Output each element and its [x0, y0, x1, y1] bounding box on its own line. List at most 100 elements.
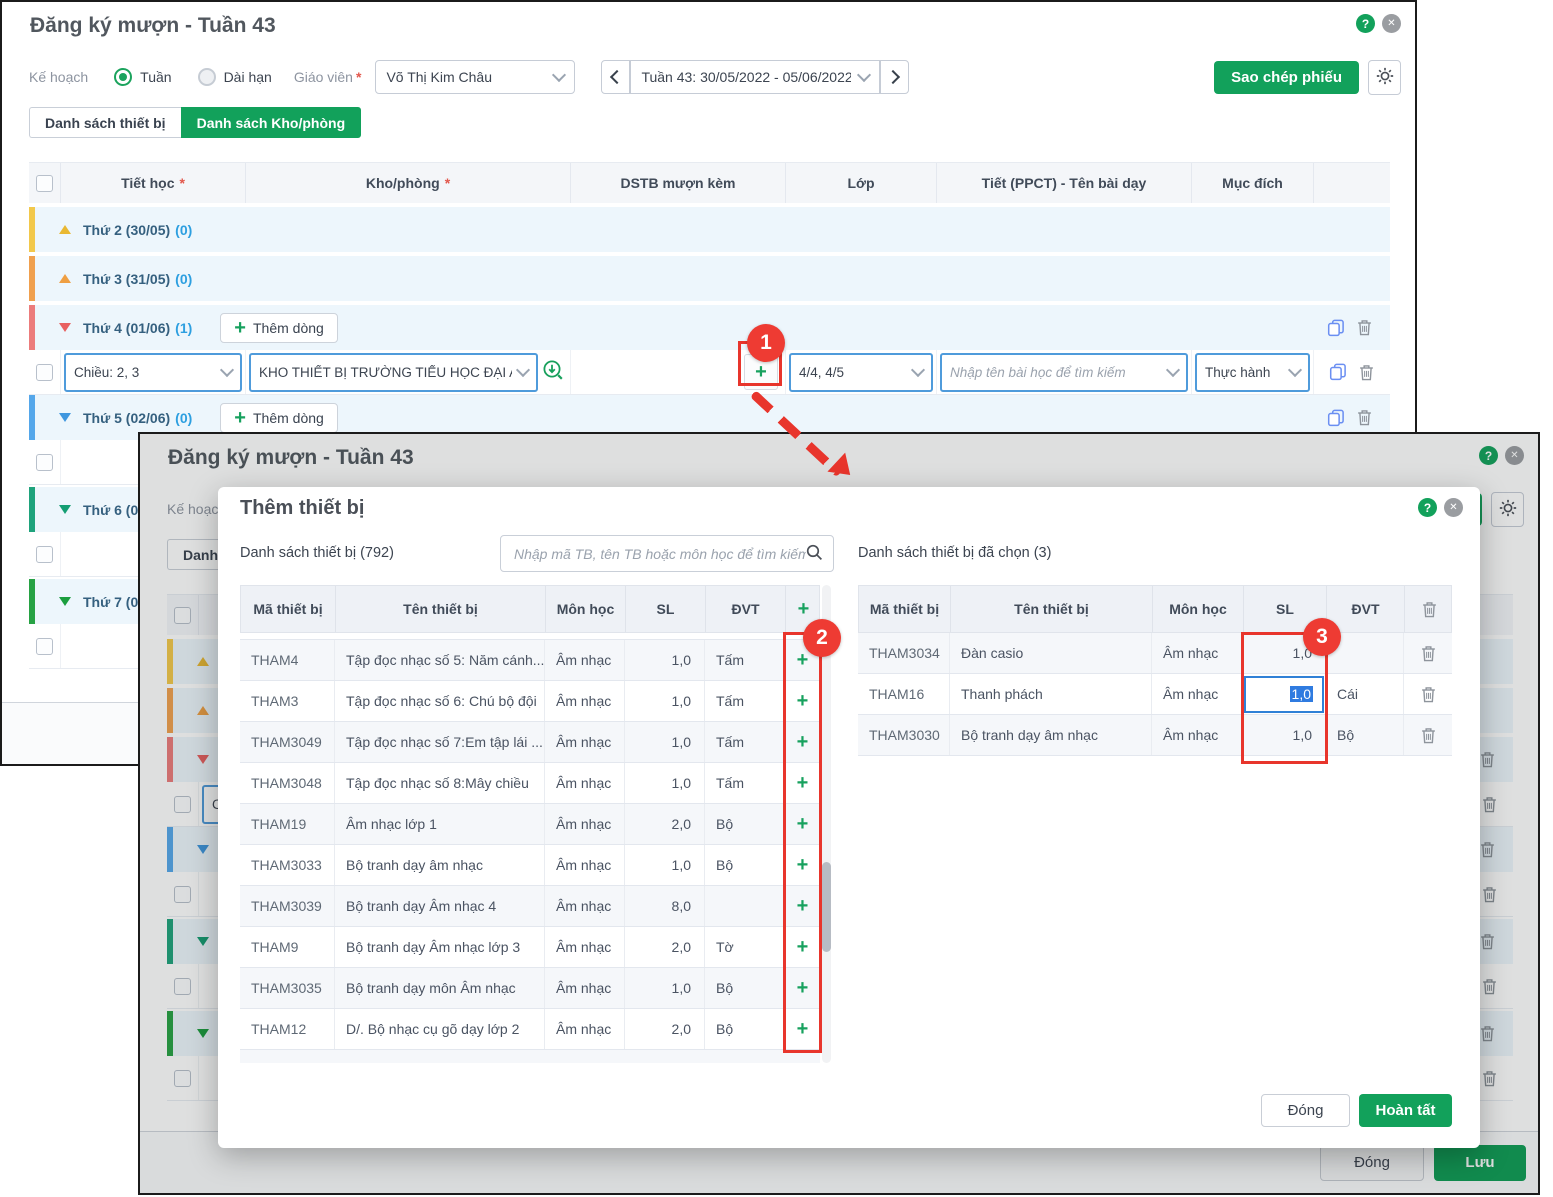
device-unit: Bộ — [1326, 715, 1404, 755]
add-device-row-button[interactable]: + — [785, 927, 820, 967]
settings-button[interactable] — [1491, 491, 1524, 527]
checkbox[interactable] — [174, 795, 191, 813]
add-device-row-button[interactable]: + — [785, 886, 820, 926]
delete-row-button[interactable] — [1480, 841, 1495, 858]
checkbox[interactable] — [36, 453, 53, 471]
expand-triangle-icon[interactable] — [59, 597, 71, 606]
add-device-row-button[interactable]: + — [785, 845, 820, 885]
delete-row-button[interactable] — [1482, 978, 1497, 995]
close-icon[interactable]: ✕ — [1382, 14, 1401, 33]
delete-row-button[interactable] — [1482, 796, 1497, 813]
radio-longterm[interactable]: Dài hạn — [197, 68, 272, 86]
help-icon[interactable]: ? — [1479, 446, 1498, 465]
collapse-triangle-icon[interactable] — [59, 274, 71, 283]
modal-close-button[interactable]: Đóng — [1261, 1094, 1350, 1127]
column-header-label: Lớp — [847, 175, 875, 191]
checkbox[interactable] — [174, 977, 191, 995]
delete-row-button[interactable] — [1357, 409, 1372, 426]
session-select[interactable]: Chiều: 2, 3 — [64, 352, 242, 392]
expand-triangle-icon[interactable] — [197, 937, 209, 946]
device-subject: Âm nhạc — [1152, 633, 1243, 673]
delete-row-button[interactable] — [1480, 751, 1495, 768]
expand-triangle-icon[interactable] — [197, 845, 209, 854]
copy-row-button[interactable] — [1327, 319, 1345, 337]
tab-device-list[interactable]: Danh sách thiết bị — [29, 107, 181, 138]
add-device-row-button[interactable]: + — [785, 681, 820, 721]
modal-help-icon[interactable]: ? — [1418, 498, 1437, 517]
lesson-select[interactable]: Nhập tên bài học để tìm kiếm — [940, 352, 1188, 392]
checkbox[interactable] — [36, 545, 53, 563]
delete-row-button[interactable] — [1482, 1070, 1497, 1087]
add-line-button[interactable]: + Thêm dòng — [220, 312, 338, 343]
add-line-button[interactable]: + Thêm dòng — [220, 402, 338, 433]
tab-room-list[interactable]: Danh sách Kho/phòng — [180, 107, 362, 138]
delete-row-button[interactable] — [1359, 364, 1374, 381]
radio-week[interactable]: Tuần — [114, 68, 172, 86]
add-device-row-button[interactable]: + — [785, 804, 820, 844]
room-select[interactable]: KHO THIẾT BỊ TRƯỜNG TIỂU HỌC ĐẠI AN B — [249, 352, 538, 392]
expand-triangle-icon[interactable] — [59, 323, 71, 332]
expand-triangle-icon[interactable] — [197, 1029, 209, 1038]
purpose-select[interactable]: Thực hành — [1195, 352, 1310, 392]
collapse-triangle-icon[interactable] — [59, 225, 71, 234]
session-select-value: Chiều: 2, 3 — [74, 364, 140, 380]
remove-device-button[interactable] — [1404, 715, 1452, 755]
day-row[interactable]: Thứ 3 (31/05)(0) — [29, 256, 1390, 301]
plus-icon: + — [796, 1018, 809, 1040]
expand-triangle-icon[interactable] — [59, 505, 71, 514]
checkbox[interactable] — [36, 174, 53, 192]
device-list-row: THAM3039 Bộ tranh dạy Âm nhạc 4 Âm nhạc 8,0… — [240, 886, 820, 927]
checkbox[interactable] — [174, 606, 191, 624]
add-device-row-button[interactable]: + — [785, 968, 820, 1008]
day-row[interactable]: Thứ 2 (30/05)(0) — [29, 207, 1390, 252]
modal-table-header: Mã thiết bị Tên thiết bị Môn học SL ĐVT — [858, 585, 1452, 633]
day-count: (0) — [175, 270, 193, 287]
checkbox[interactable] — [36, 363, 53, 381]
add-device-row-button[interactable]: + — [785, 722, 820, 762]
checkbox[interactable] — [174, 1069, 191, 1087]
export-device-icon[interactable] — [542, 359, 565, 385]
checkbox[interactable] — [36, 637, 53, 655]
delete-row-button[interactable] — [1482, 886, 1497, 903]
add-device-row-button[interactable]: + — [785, 1009, 820, 1049]
qty-input[interactable]: 1,0 — [1244, 675, 1324, 713]
class-select[interactable]: 4/4, 4/5 — [789, 352, 933, 392]
modal-close-icon[interactable]: ✕ — [1444, 498, 1463, 517]
expand-triangle-icon[interactable] — [59, 413, 71, 422]
copy-row-button[interactable] — [1327, 409, 1345, 427]
scrollbar-thumb[interactable] — [822, 862, 831, 952]
day-row[interactable]: Thứ 4 (01/06)(1) + Thêm dòng — [29, 305, 1390, 350]
expand-triangle-icon[interactable] — [197, 755, 209, 764]
device-search-input[interactable]: Nhập mã TB, tên TB hoặc môn học để tìm k… — [500, 535, 834, 572]
next-week-button[interactable] — [880, 60, 910, 94]
device-code: THAM3039 — [240, 886, 335, 926]
collapse-triangle-icon[interactable] — [197, 706, 209, 715]
collapse-triangle-icon[interactable] — [197, 657, 209, 666]
save-button[interactable]: Lưu — [1434, 1144, 1526, 1181]
copy-row-button[interactable] — [1329, 363, 1347, 381]
checkbox[interactable] — [174, 885, 191, 903]
page: Đăng ký mượn - Tuần 43 ? ✕ Kế hoạch Tuần… — [0, 0, 1553, 1197]
help-icon[interactable]: ? — [1356, 14, 1375, 33]
chevron-down-icon — [1165, 362, 1181, 378]
add-device-row-button[interactable]: + — [785, 763, 820, 803]
settings-button[interactable] — [1368, 59, 1401, 95]
radio-longterm-label: Dài hạn — [223, 69, 272, 85]
device-qty-cell: 1,0 — [1243, 715, 1326, 755]
copy-slip-button[interactable]: Sao chép phiếu — [1214, 60, 1359, 94]
close-button[interactable]: Đóng — [1320, 1144, 1424, 1181]
selected-device-table: Mã thiết bị Tên thiết bị Môn học SL ĐVT THAM3… — [858, 585, 1452, 756]
delete-row-button[interactable] — [1480, 933, 1495, 950]
teacher-select[interactable]: Võ Thị Kim Châu — [375, 60, 576, 94]
remove-device-button[interactable] — [1404, 674, 1452, 714]
device-name: Tập đọc nhạc số 5: Năm cánh... — [335, 640, 545, 680]
modal-finish-button[interactable]: Hoàn tất — [1359, 1094, 1452, 1127]
trash-icon — [1483, 978, 1496, 994]
close-icon[interactable]: ✕ — [1505, 446, 1524, 465]
remove-device-button[interactable] — [1404, 633, 1452, 673]
delete-row-button[interactable] — [1480, 1025, 1495, 1042]
prev-week-button[interactable] — [601, 60, 631, 94]
add-device-modal: Thêm thiết bị ? ✕ Danh sách thiết bị (79… — [218, 487, 1480, 1148]
week-select[interactable]: Tuần 43: 30/05/2022 - 05/06/2022 — [630, 60, 881, 94]
delete-row-button[interactable] — [1357, 319, 1372, 336]
